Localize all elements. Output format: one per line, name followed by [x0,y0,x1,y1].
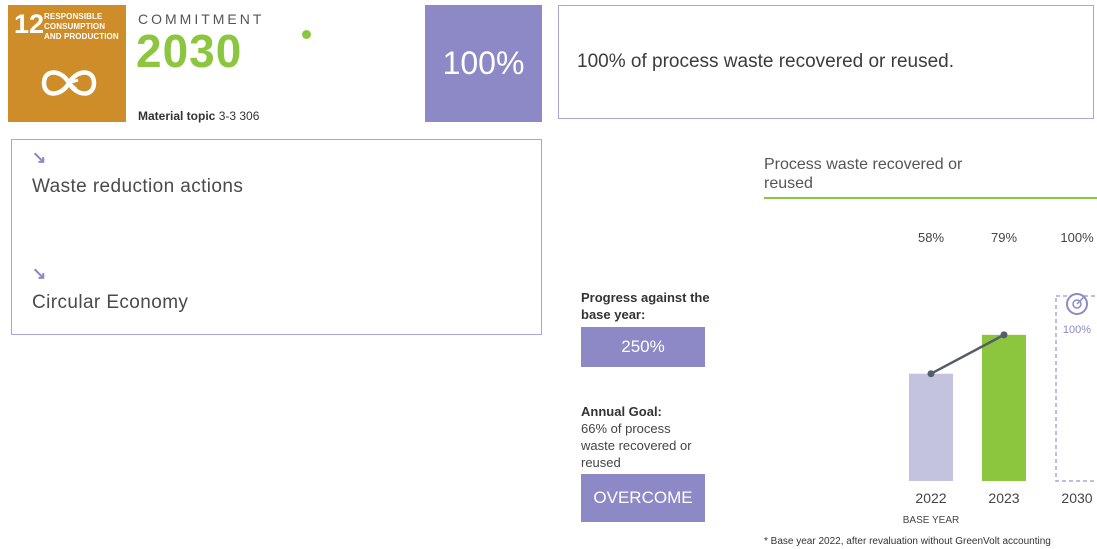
annual-goal-status-box: OVERCOME [581,474,705,522]
arrow-down-right-icon: ↘ [32,264,47,283]
related-links-box: ↘ Waste reduction actions ↘ Circular Eco… [11,139,542,335]
value-label-2030: 100% [1060,230,1094,245]
trend-point-2023 [1000,331,1008,339]
target-description: 100% of process waste recovered or reuse… [577,51,955,72]
sdg-title: RESPONSIBLE CONSUMPTION AND PRODUCTION [44,12,119,41]
progress-value: 250% [621,337,665,356]
target-percent-box: 100% [425,5,542,122]
material-topic: Material topic 3-3 306 [138,109,260,123]
chart-title: Process waste recovered or reused [764,156,963,192]
value-label-2023: 79% [991,230,1017,245]
link-waste-reduction[interactable]: ↘ Waste reduction actions [32,148,243,198]
target-description-box: 100% of process waste recovered or reuse… [558,5,1094,119]
target-value-label: 100% [1063,324,1091,336]
commitment-year: 2030 [136,25,243,77]
target-percent: 100% [442,45,525,81]
value-label-2022: 58% [918,230,944,245]
sdg-12-tile: 12 RESPONSIBLE CONSUMPTION AND PRODUCTIO… [8,5,126,122]
progress-value-box: 250% [581,327,705,367]
annual-goal-description: 66% of process waste recovered or reused [581,421,692,470]
bar-2022 [909,373,953,481]
bar-2023 [982,334,1026,481]
chart-title-rule [764,197,1097,199]
category-label-2030: 2030 [1061,490,1092,506]
footnote: * Base year 2022, after revaluation with… [764,536,1051,547]
category-label-2023: 2023 [988,490,1019,506]
category-sublabel-2022: BASE YEAR [903,515,960,526]
trend-point-2022 [927,370,935,378]
infinity-arrow-icon [41,70,97,96]
commitment-dot [302,30,311,39]
progress-label: Progress against the base year: [581,290,710,322]
arrow-down-right-icon: ↘ [32,148,47,167]
category-label-2022: 2022 [915,490,946,506]
sdg-number: 12 [14,9,45,39]
link-circular-economy[interactable]: ↘ Circular Economy [32,264,188,314]
waste-chart: 58% 2022 BASE YEAR 79% 2023 100% 2030 100% [903,230,1097,526]
annual-goal-status: OVERCOME [593,488,693,507]
annual-goal-label: Annual Goal: [581,404,662,419]
